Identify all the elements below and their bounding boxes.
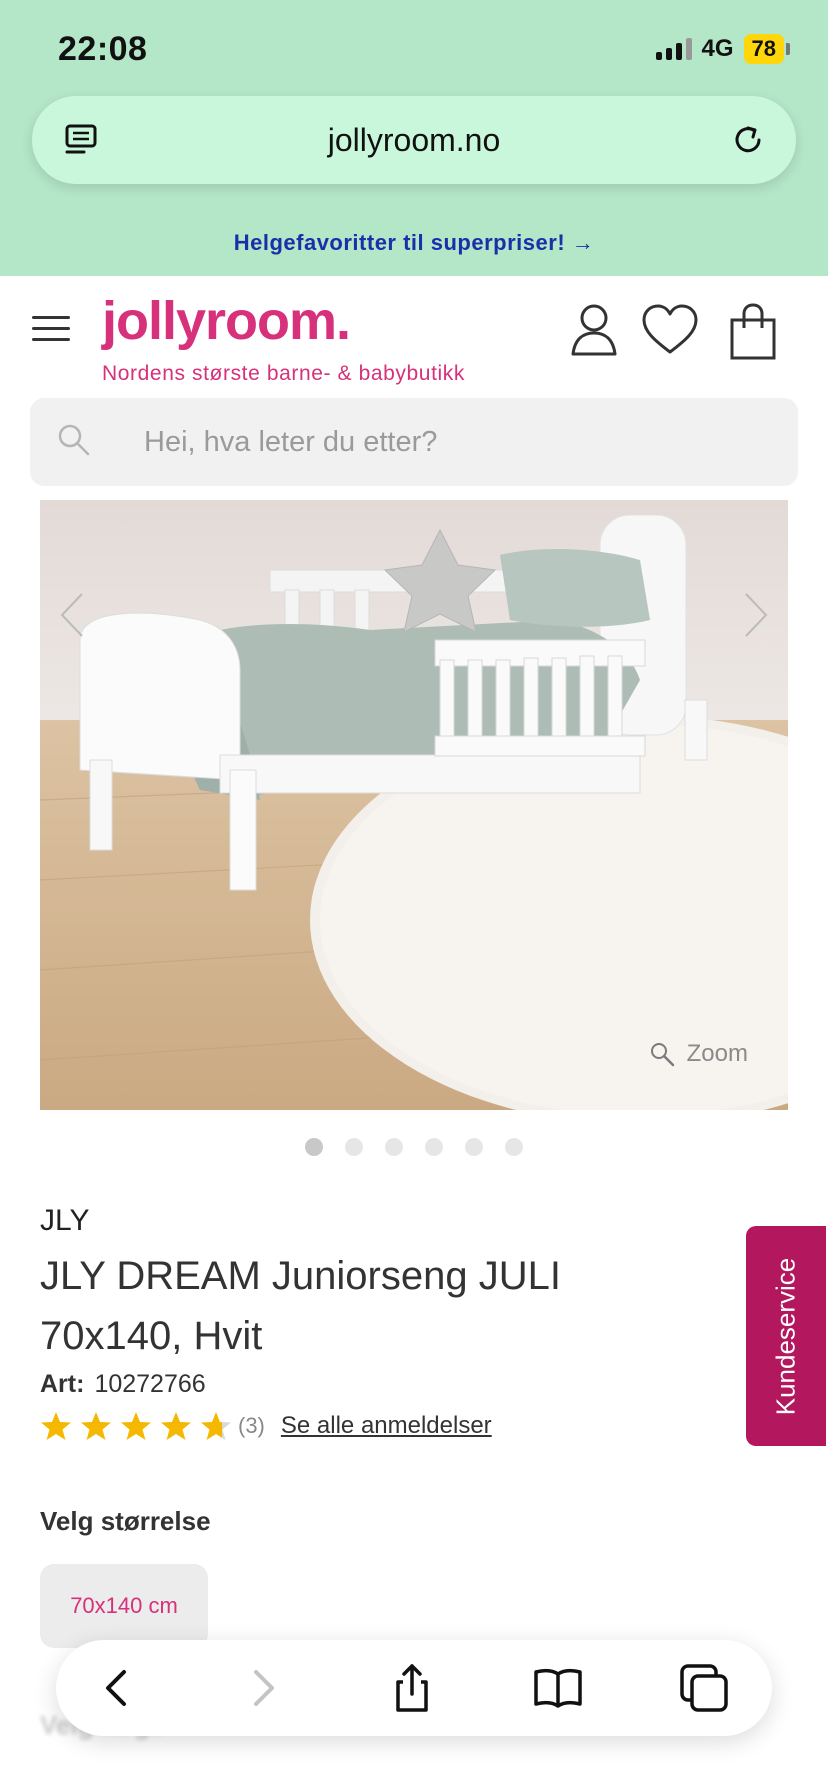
review-count: (3): [238, 1413, 265, 1438]
customer-service-label: Kundeservice: [770, 1257, 801, 1415]
carousel-dot[interactable]: [425, 1138, 443, 1156]
size-option-selected[interactable]: 70x140 cm: [40, 1564, 208, 1648]
customer-service-tab[interactable]: Kundeservice: [746, 1226, 826, 1446]
rating-stars: [40, 1410, 232, 1442]
product-brand[interactable]: JLY: [40, 1204, 89, 1238]
heart-icon[interactable]: [640, 300, 700, 360]
star-half-icon: [201, 1412, 231, 1440]
search-icon: [58, 424, 90, 456]
product-photo: [40, 500, 788, 1110]
url-text[interactable]: jollyroom.no: [328, 122, 501, 159]
signal-icon: [655, 38, 692, 60]
status-indicators: 4G 78: [655, 34, 790, 64]
article-label: Art:: [40, 1370, 85, 1398]
search-bar[interactable]: [30, 398, 798, 486]
tabs-icon[interactable]: [678, 1662, 730, 1714]
share-icon[interactable]: [386, 1662, 438, 1714]
shopping-bag-icon[interactable]: [726, 302, 782, 362]
product-title: JLY DREAM Juniorseng JULI 70x140, Hvit: [40, 1254, 561, 1358]
zoom-button[interactable]: Zoom: [649, 1040, 748, 1068]
browser-toolbar: [56, 1640, 772, 1736]
browser-top-area: 22:08 4G 78 jollyroom.no Helgefavoritter…: [0, 0, 828, 276]
menu-icon[interactable]: [32, 316, 70, 342]
site-tagline: Nordens største barne- & babybutikk: [102, 362, 465, 385]
size-selector-label: Velg størrelse: [40, 1506, 211, 1536]
carousel-dot[interactable]: [465, 1138, 483, 1156]
see-all-reviews-link[interactable]: Se alle anmeldelser: [281, 1412, 492, 1440]
product-rating: (3) Se alle anmeldelser: [40, 1410, 492, 1442]
zoom-label: Zoom: [686, 1040, 748, 1067]
carousel-dot[interactable]: [345, 1138, 363, 1156]
promo-banner-link[interactable]: Helgefavoritter til superpriser! →: [0, 230, 828, 256]
star-icon: [81, 1412, 111, 1440]
star-icon: [41, 1412, 71, 1440]
star-icon: [161, 1412, 191, 1440]
battery-icon: 78: [743, 34, 784, 64]
product-image-carousel[interactable]: Zoom: [40, 500, 788, 1110]
forward-icon[interactable]: [236, 1662, 288, 1714]
user-icon[interactable]: [566, 300, 622, 360]
site-logo[interactable]: jollyroom.: [102, 290, 351, 352]
chevron-right-icon[interactable]: [738, 590, 774, 640]
carousel-dots: [0, 1138, 828, 1156]
article-value: 10272766: [94, 1370, 206, 1398]
carousel-dot[interactable]: [505, 1138, 523, 1156]
carousel-dot[interactable]: [385, 1138, 403, 1156]
network-label: 4G: [701, 35, 734, 62]
article-number: Art: 10272766: [40, 1370, 206, 1399]
status-time: 22:08: [58, 30, 148, 68]
carousel-dot[interactable]: [305, 1138, 323, 1156]
url-bar[interactable]: jollyroom.no: [32, 96, 796, 184]
bookmarks-icon[interactable]: [532, 1662, 584, 1714]
star-icon: [121, 1412, 151, 1440]
reload-icon[interactable]: [728, 120, 768, 160]
reader-icon[interactable]: [62, 120, 102, 160]
battery-tip: [786, 43, 790, 55]
search-input[interactable]: [144, 420, 764, 464]
back-icon[interactable]: [92, 1662, 144, 1714]
chevron-left-icon[interactable]: [54, 590, 90, 640]
zoom-icon: [650, 1043, 674, 1067]
